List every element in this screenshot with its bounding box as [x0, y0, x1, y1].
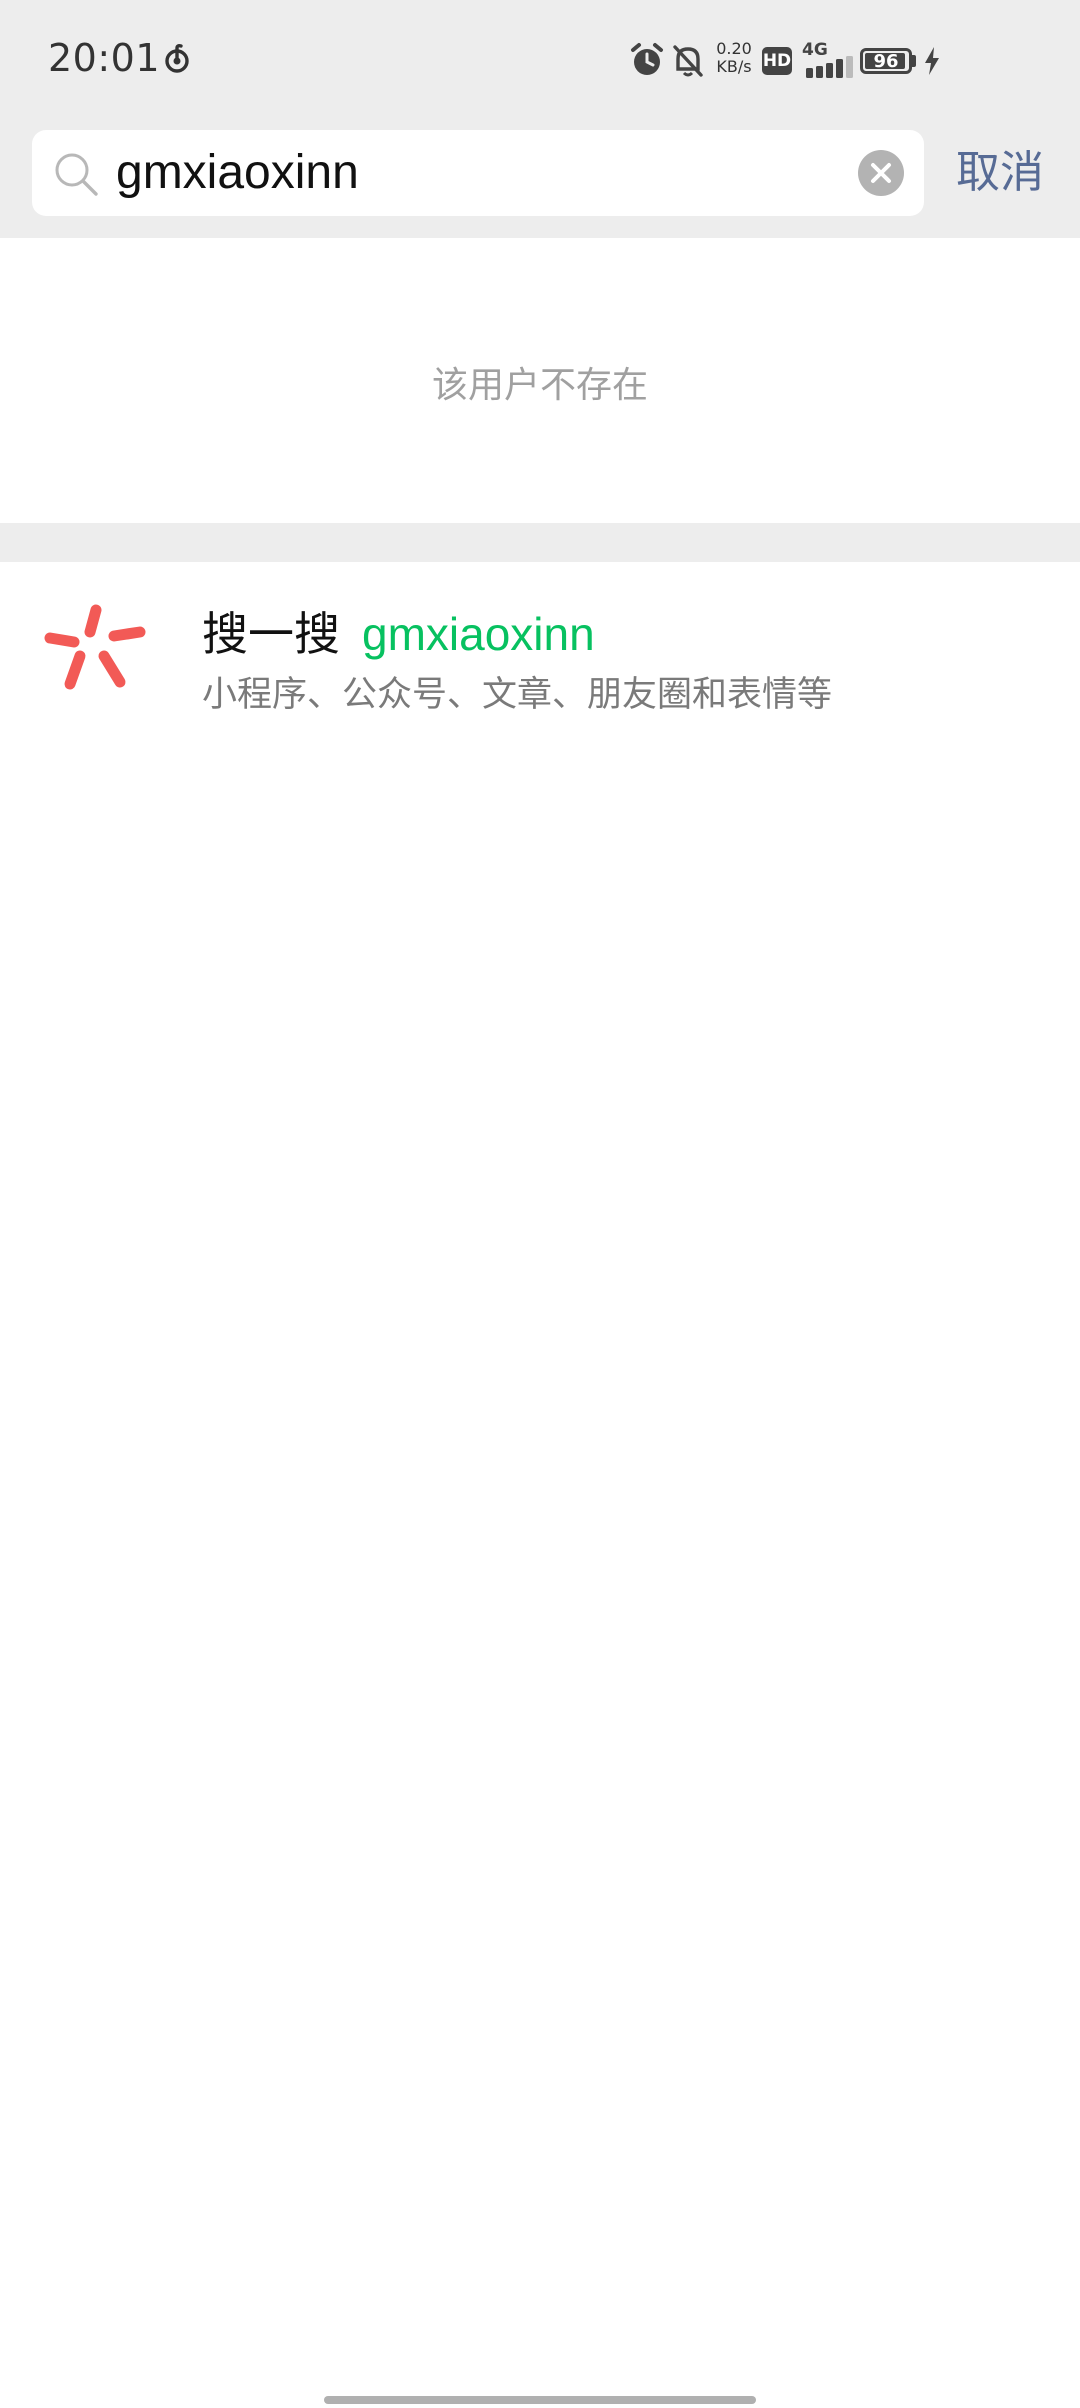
- search-bar: 取消: [0, 125, 1080, 238]
- netease-music-icon: [165, 44, 189, 73]
- search-input[interactable]: [116, 130, 876, 216]
- battery-level: 96: [873, 51, 899, 72]
- status-bar: 20:01 0.20 KB/s HD 4G 96: [0, 0, 1080, 125]
- home-indicator[interactable]: [324, 2396, 756, 2404]
- net-speed-unit: KB/s: [716, 57, 752, 76]
- search-icon: [55, 153, 98, 196]
- sousou-icon: [44, 604, 146, 690]
- cancel-button[interactable]: 取消: [956, 143, 1044, 203]
- search-box[interactable]: [32, 130, 924, 216]
- result-subtitle: 小程序、公众号、文章、朋友圈和表情等: [202, 675, 833, 715]
- battery-icon: 96: [860, 48, 912, 74]
- sousou-result-row[interactable]: 搜一搜 gmxiaoxinn 小程序、公众号、文章、朋友圈和表情等: [0, 562, 1080, 738]
- no-user-section: 该用户不存在: [0, 238, 1080, 523]
- battery-tip: [912, 55, 916, 67]
- net-speed-value: 0.20: [716, 39, 752, 58]
- result-title: 搜一搜 gmxiaoxinn: [202, 598, 595, 664]
- status-time: 20:01: [48, 36, 161, 80]
- signal-icon: [806, 56, 853, 78]
- net-speed: 0.20 KB/s: [712, 40, 756, 76]
- charging-bolt-icon: [925, 47, 939, 75]
- alarm-icon: [631, 43, 663, 75]
- section-divider: [0, 523, 1080, 562]
- hd-badge: HD: [762, 47, 792, 75]
- result-title-label: 搜一搜: [202, 607, 340, 661]
- result-keyword: gmxiaoxinn: [362, 608, 595, 660]
- no-user-message: 该用户不存在: [431, 365, 648, 406]
- clear-icon[interactable]: [858, 150, 904, 196]
- bell-off-icon: [673, 45, 703, 77]
